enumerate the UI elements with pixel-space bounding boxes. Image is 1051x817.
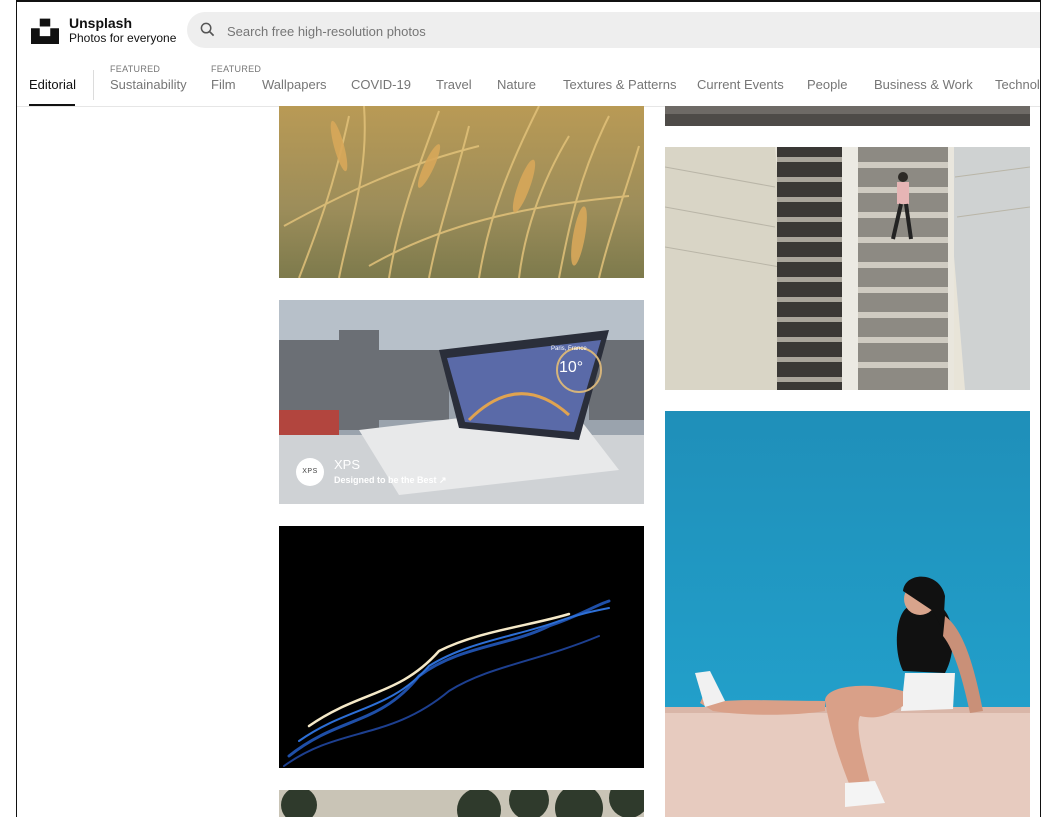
brand[interactable]: Unsplash Photos for everyone [69, 15, 176, 45]
tab-label: People [807, 77, 848, 92]
ad-subtitle[interactable]: Designed to be the Best ↗ [334, 475, 447, 486]
brand-tagline: Photos for everyone [69, 31, 177, 45]
photo-woman-blue-sky[interactable] [665, 411, 1030, 817]
stairs-image [665, 147, 1030, 390]
browser-viewport: Unsplash Photos for everyone Editorial F… [16, 0, 1041, 817]
tab-label: Editorial [29, 77, 76, 92]
photo-partial-top[interactable] [665, 106, 1030, 126]
tab-label: Current Events [697, 77, 784, 92]
photo-wheat-field[interactable] [279, 106, 644, 278]
tab-editorial[interactable]: Editorial [29, 77, 76, 92]
woman-image [665, 411, 1030, 817]
tab-textures-patterns[interactable]: Textures & Patterns [563, 77, 676, 92]
ad-title: XPS [334, 457, 361, 472]
tab-people[interactable]: People [807, 77, 847, 92]
topic-nav: Editorial FEATURED Sustainability FEATUR… [17, 60, 1040, 107]
photo-light-trails[interactable] [279, 526, 644, 768]
search-bar[interactable] [187, 12, 1040, 50]
light-trails-image [279, 526, 644, 768]
screen-temp-text: 10° [559, 359, 583, 376]
tab-covid-19[interactable]: COVID-19 [351, 77, 411, 92]
tab-wallpapers[interactable]: Wallpapers [262, 77, 327, 92]
tab-sustainability[interactable]: FEATURED Sustainability [110, 64, 187, 92]
top-header: Unsplash Photos for everyone [17, 2, 1040, 60]
tab-label: Film [211, 77, 236, 92]
photo-escalator-stairs[interactable] [665, 147, 1030, 390]
featured-label: FEATURED [211, 64, 262, 74]
unsplash-logo-icon[interactable] [31, 16, 59, 44]
active-tab-underline [29, 104, 75, 106]
photo-trees[interactable] [279, 790, 644, 817]
tab-label: COVID-19 [351, 77, 411, 92]
tab-label: Nature [497, 77, 537, 92]
laptop-image: Paris, France 10° [279, 300, 644, 504]
featured-label: FEATURED [110, 64, 161, 74]
tab-label: Business & Work [874, 77, 973, 92]
partial-top-image [665, 106, 1030, 126]
tab-current-events[interactable]: Current Events [697, 77, 784, 92]
tab-label: Wallpapers [262, 77, 327, 92]
search-input[interactable] [225, 12, 829, 50]
nav-divider [93, 70, 94, 100]
tab-label: Textures & Patterns [563, 77, 677, 92]
brand-name: Unsplash [69, 15, 133, 31]
tab-nature[interactable]: Nature [497, 77, 536, 92]
tab-label: Technolo [995, 77, 1040, 92]
screen-city-text: Paris, France [551, 346, 587, 352]
sponsored-photo-xps-laptop[interactable]: Paris, France 10° XPS XPS Designed to be… [279, 300, 644, 504]
trees-image [279, 790, 644, 817]
tab-travel[interactable]: Travel [436, 77, 472, 92]
tab-label: Sustainability [110, 77, 187, 92]
tab-technology[interactable]: Technolo [995, 77, 1040, 92]
tab-label: Travel [436, 77, 472, 92]
tab-film[interactable]: FEATURED Film [211, 64, 261, 92]
search-icon[interactable] [200, 22, 215, 37]
wheat-image [279, 106, 644, 278]
tab-business-work[interactable]: Business & Work [874, 77, 973, 92]
xps-badge-icon: XPS [296, 458, 324, 486]
